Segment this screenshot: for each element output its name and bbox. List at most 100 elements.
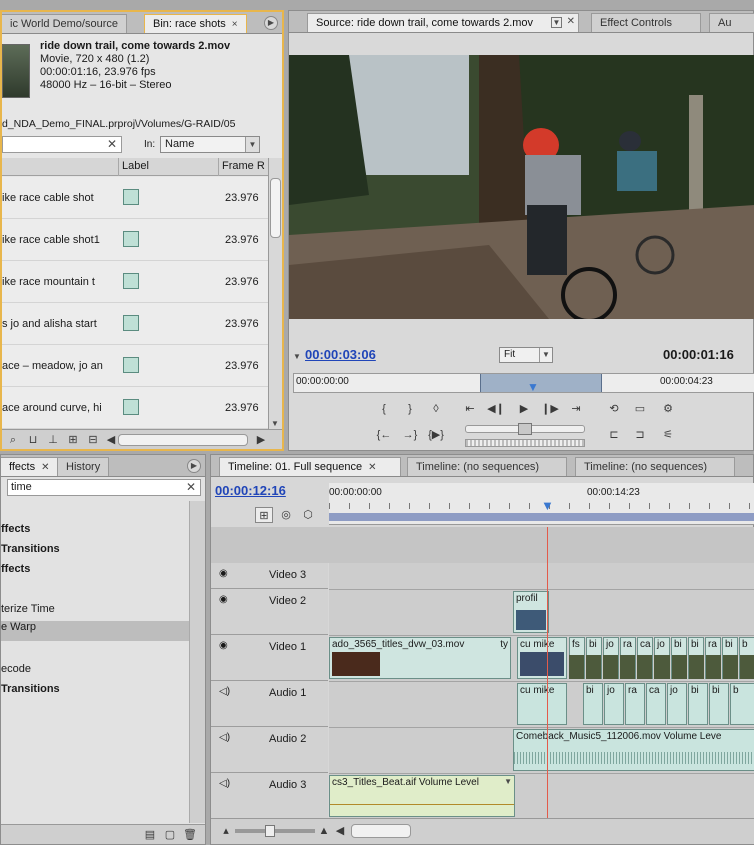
chevron-down-icon[interactable]: ▼ [551,17,562,28]
panel-menu-icon[interactable]: ▶ [187,459,201,473]
list-item[interactable]: ike race cable shot1 23.976 [2,219,268,261]
horizontal-scroll-thumb[interactable] [118,434,248,446]
effects-vertical-scrollbar[interactable] [189,501,205,823]
clear-search-icon[interactable]: ✕ [186,480,196,495]
trash-icon[interactable]: 🗑 [181,827,199,843]
set-marker-icon[interactable]: ◊ [427,401,445,417]
eye-icon[interactable]: ◉ [219,640,228,651]
clip-short[interactable]: bi [709,683,729,725]
panel-menu-icon[interactable]: ▶ [264,16,278,30]
source-current-timecode[interactable]: 00:00:03:06 [305,347,376,362]
clip-short[interactable]: b [730,683,754,725]
step-back-icon[interactable]: ◀❙ [487,401,505,417]
list-item[interactable]: ike race cable shot 23.976 [2,177,268,219]
timeline-ruler[interactable]: 00:00:00:00 00:00:14:23 ▼ [329,483,754,525]
zoom-slider[interactable] [235,825,315,837]
eye-icon[interactable]: ◉ [219,568,228,579]
effects-tree-item[interactable]: Transitions [1,543,60,563]
scroll-thumb[interactable] [270,178,281,238]
list-item[interactable]: ace – meadow, jo an 23.976 [2,345,268,387]
effects-tree-item-selected[interactable]: e Warp [1,621,189,641]
track-header-video2[interactable]: ◉ Video 2 [211,589,328,635]
chevron-down-icon[interactable]: ▼ [504,777,512,786]
eye-icon[interactable]: ◉ [219,594,228,605]
shuttle-thumb[interactable] [518,423,532,435]
column-frame-rate[interactable]: Frame R [222,160,265,172]
clear-search-icon[interactable]: ✕ [107,137,117,151]
snap-icon[interactable]: ⊞ [255,507,273,523]
scroll-right-icon[interactable]: ▶ [252,432,270,448]
clip-short[interactable]: ra [625,683,645,725]
playhead-marker-icon[interactable]: ▼ [541,498,554,513]
play-icon[interactable]: ▶ [515,401,533,417]
mark-out-icon[interactable]: } [401,401,419,417]
tab-project[interactable]: ic World Demo/source [2,14,127,33]
video-frame[interactable] [289,55,754,319]
play-in-to-out-icon[interactable]: {▶} [427,427,445,443]
bin-search-field[interactable]: ✕ [2,136,122,153]
speaker-icon[interactable]: ◁) [219,778,230,789]
set-marker-icon[interactable]: ⬡ [299,507,317,523]
clip-short[interactable]: ca [646,683,666,725]
new-bin-icon[interactable]: ▤ [141,827,159,843]
column-label[interactable]: Label [122,160,149,172]
close-icon[interactable]: ✕ [368,462,376,473]
effects-search-field[interactable]: time ✕ [7,479,201,496]
tab-timeline-no-sequences[interactable]: Timeline: (no sequences) [575,457,735,476]
clip-video2-profile[interactable]: profil [513,591,549,633]
chevron-down-icon[interactable]: ▼ [293,352,301,361]
scroll-down-icon[interactable]: ▼ [271,419,279,428]
clip-video1-titles[interactable]: ado_3565_titles_dvw_03.mov ty [329,637,511,679]
tab-effect-controls[interactable]: Effect Controls [591,13,701,32]
go-to-in-icon[interactable]: ⇤ [461,401,479,417]
tab-audio[interactable]: Au [709,13,754,32]
speaker-icon[interactable]: ◁) [219,686,230,697]
effects-tree-item[interactable]: ecode [1,663,31,683]
clip-short[interactable]: jo [604,683,624,725]
track-header-video1[interactable]: ◉ Video 1 [211,635,328,681]
clip-audio3-titles-beat[interactable]: cs3_Titles_Beat.aif Volume Level ▼ [329,775,515,817]
tab-timeline-no-sequences[interactable]: Timeline: (no sequences) [407,457,567,476]
effects-tree-item[interactable]: ffects [1,563,30,583]
clip-audio2-music[interactable]: Comeback_Music5_112006.mov Volume Leve [513,729,754,771]
close-icon[interactable]: × [232,19,238,30]
track-header-audio1[interactable]: ◁) Audio 1 [211,681,328,727]
insert-icon[interactable]: ⊏ [605,427,623,443]
bin-icon[interactable]: ⊔ [24,432,42,448]
zoom-thumb[interactable] [265,825,275,837]
list-item[interactable]: ace around curve, hi 23.976 [2,387,268,429]
clear-icon[interactable]: ⊟ [84,432,102,448]
speaker-icon[interactable]: ◁) [219,732,230,743]
playhead-marker-icon[interactable]: ▼ [527,380,539,394]
list-item[interactable]: s jo and alisha start 23.976 [2,303,268,345]
clip-video1-cu-mike[interactable]: cu mike [517,637,567,679]
in-out-range[interactable] [480,374,602,392]
list-item[interactable]: ike race mountain t 23.976 [2,261,268,303]
fit-select[interactable]: Fit ▼ [499,347,553,363]
clip-short[interactable]: bi [583,683,603,725]
tab-effects[interactable]: ffects ✕ [1,457,59,476]
scroll-left-icon[interactable]: ◀ [331,823,349,839]
tab-source[interactable]: Source: ride down trail, come towards 2.… [307,13,579,32]
effects-tree-item[interactable]: ffects [1,523,30,543]
shuttle-slider[interactable] [465,423,585,435]
output-icon[interactable]: ⚙ [659,401,677,417]
track-header-video3[interactable]: ◉ Video 3 [211,563,328,589]
safe-margins-icon[interactable]: ▭ [631,401,649,417]
source-time-ruler[interactable]: 00:00:00:00 ▼ 00:00:04:23 [293,373,754,394]
effects-tree-item[interactable]: Transitions [1,683,60,703]
zoom-out-icon[interactable]: ▴ [217,823,235,839]
automate-icon[interactable]: ⊥ [44,432,62,448]
in-select[interactable]: Name ▼ [160,136,260,153]
tab-timeline-full-sequence[interactable]: Timeline: 01. Full sequence ✕ [219,457,401,476]
clip-audio1-cu-mike[interactable]: cu mike [517,683,567,725]
effects-tree-item[interactable]: terize Time [1,603,55,623]
loop-icon[interactable]: ⟲ [605,401,623,417]
clip-short[interactable]: bi [688,683,708,725]
tab-bin-race-shots[interactable]: Bin: race shots × [144,14,247,33]
go-to-out-icon[interactable]: ⇥ [567,401,585,417]
jog-disk[interactable] [465,439,585,447]
overlay-icon[interactable]: ⊐ [631,427,649,443]
go-to-next-marker-icon[interactable]: →} [401,427,419,443]
bin-vertical-scrollbar[interactable]: ▼ [268,158,282,430]
